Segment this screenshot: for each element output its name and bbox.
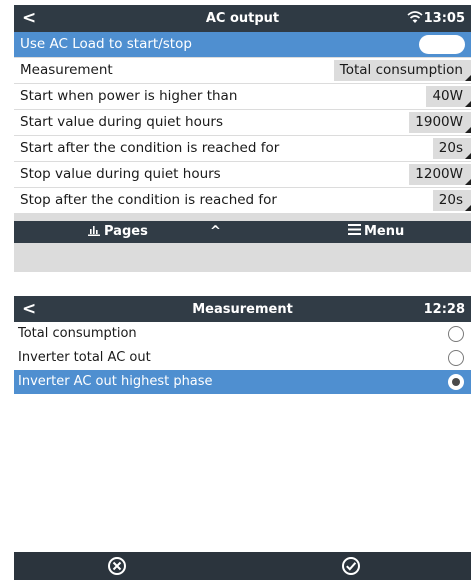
- measurement-header: < Measurement 12:28: [14, 296, 471, 322]
- corner-indicator-icon: [465, 179, 471, 185]
- menu-button[interactable]: Menu: [348, 224, 404, 240]
- setting-row-stop-quiet[interactable]: Stop value during quiet hours 1200W: [14, 162, 471, 187]
- setting-row-start-quiet[interactable]: Start value during quiet hours 1900W: [14, 110, 471, 135]
- bottom-bar: Pages ^ Menu: [14, 221, 471, 243]
- use-ac-load-toggle[interactable]: [419, 35, 465, 54]
- setting-label: Stop after the condition is reached for: [20, 192, 277, 208]
- setting-row-stop-after[interactable]: Stop after the condition is reached for …: [14, 188, 471, 213]
- wifi-icon: [407, 11, 423, 23]
- start-power-value[interactable]: 40W: [426, 86, 471, 107]
- clock: 12:28: [423, 302, 465, 317]
- measurement-screen: < Measurement 12:28 Total consumption In…: [14, 296, 471, 580]
- option-label: Total consumption: [18, 326, 137, 341]
- ac-output-screen: < AC output 13:05 Use AC Load to start/s…: [14, 5, 471, 272]
- option-label: Inverter AC out highest phase: [18, 374, 213, 389]
- setting-label: Use AC Load to start/stop: [20, 36, 192, 52]
- option-total-consumption[interactable]: Total consumption: [14, 322, 471, 346]
- setting-label: Stop value during quiet hours: [20, 166, 221, 182]
- option-label: Inverter total AC out: [18, 350, 151, 365]
- corner-indicator-icon: [465, 101, 471, 107]
- corner-indicator-icon: [465, 127, 471, 133]
- measurement-value[interactable]: Total consumption: [333, 60, 471, 81]
- setting-label: Start value during quiet hours: [20, 114, 224, 130]
- value-text: 1900W: [415, 114, 463, 130]
- pages-button[interactable]: Pages: [88, 224, 148, 240]
- stop-after-value[interactable]: 20s: [432, 190, 471, 211]
- pages-icon: [88, 226, 100, 236]
- corner-indicator-icon: [465, 75, 471, 81]
- value-text: Total consumption: [339, 62, 463, 78]
- pages-label: Pages: [104, 224, 148, 239]
- menu-icon: [348, 224, 361, 235]
- start-quiet-value[interactable]: 1900W: [409, 112, 471, 133]
- value-text: 1200W: [415, 166, 463, 182]
- value-text: 20s: [438, 192, 463, 208]
- setting-row-measurement[interactable]: Measurement Total consumption: [14, 58, 471, 83]
- radio-selected-icon[interactable]: [448, 374, 464, 390]
- option-inverter-ac-out-highest-phase[interactable]: Inverter AC out highest phase: [14, 370, 471, 394]
- confirm-check-icon[interactable]: [341, 556, 361, 576]
- start-after-value[interactable]: 20s: [432, 138, 471, 159]
- setting-row-use-ac-load[interactable]: Use AC Load to start/stop: [14, 32, 471, 57]
- clock: 13:05: [423, 11, 465, 26]
- setting-label: Measurement: [20, 62, 113, 78]
- setting-label: Start after the condition is reached for: [20, 140, 280, 156]
- value-text: 40W: [432, 88, 463, 104]
- radio-dot: [452, 378, 460, 386]
- confirm-bar: [14, 552, 471, 580]
- page-title: AC output: [205, 11, 280, 26]
- cancel-circle-icon[interactable]: [107, 556, 127, 576]
- value-text: 20s: [438, 140, 463, 156]
- scroll-up-button[interactable]: ^: [210, 224, 221, 240]
- corner-indicator-icon: [465, 205, 471, 211]
- menu-label: Menu: [364, 224, 405, 239]
- stop-quiet-value[interactable]: 1200W: [409, 164, 471, 185]
- ac-output-header: < AC output 13:05: [14, 5, 471, 32]
- setting-label: Start when power is higher than: [20, 88, 238, 104]
- setting-row-start-after[interactable]: Start after the condition is reached for…: [14, 136, 471, 161]
- setting-row-start-power[interactable]: Start when power is higher than 40W: [14, 84, 471, 109]
- radio-unselected-icon[interactable]: [448, 350, 464, 366]
- radio-unselected-icon[interactable]: [448, 326, 464, 342]
- option-inverter-total-ac-out[interactable]: Inverter total AC out: [14, 346, 471, 370]
- corner-indicator-icon: [465, 153, 471, 159]
- page-title: Measurement: [192, 302, 293, 317]
